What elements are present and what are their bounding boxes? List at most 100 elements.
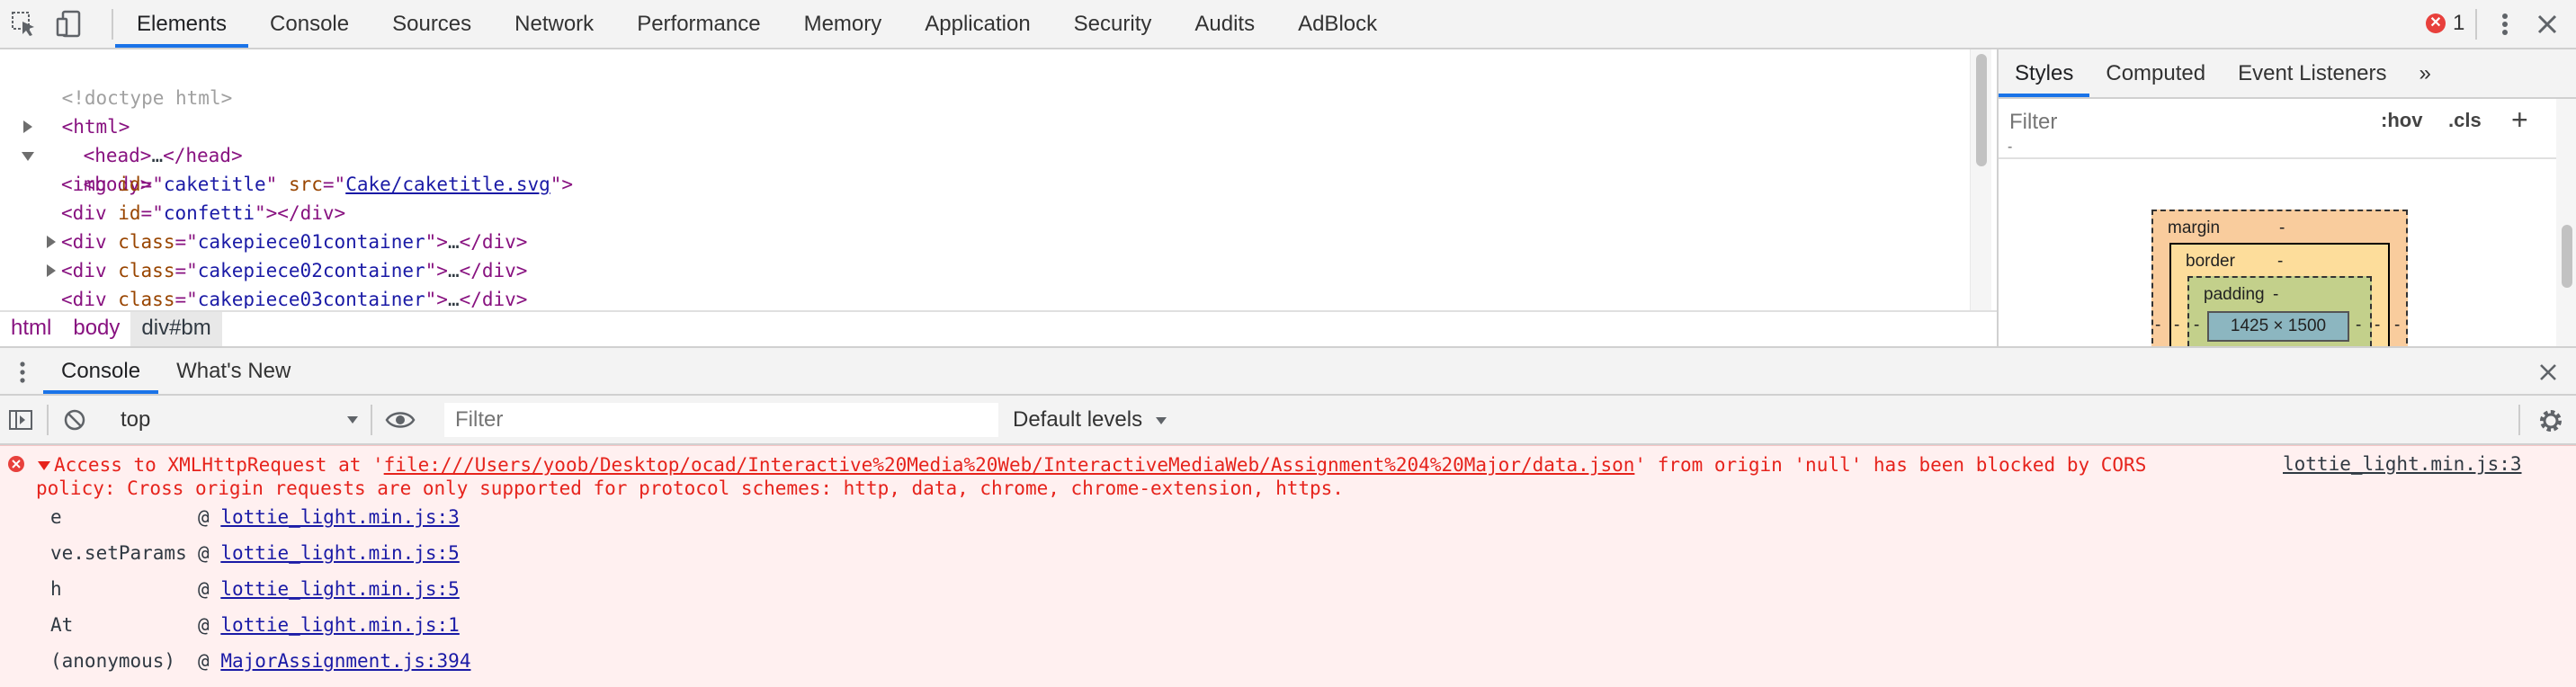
dropdown-arrow-icon	[347, 416, 358, 424]
stack-frame: h @ lottie_light.min.js:5	[50, 578, 460, 600]
drawer-tab-whats-new[interactable]: What's New	[158, 348, 309, 394]
dom-node-cakepiece02[interactable]: <div class="cakepiece02container">…</div…	[47, 256, 527, 285]
close-drawer-icon[interactable]	[2535, 359, 2562, 386]
margin-left-value[interactable]: -	[2155, 316, 2160, 335]
toolbar-separator	[47, 405, 49, 435]
tab-adblock[interactable]: AdBlock	[1276, 0, 1399, 48]
stack-frame: At @ lottie_light.min.js:1	[50, 614, 460, 636]
tab-computed[interactable]: Computed	[2089, 49, 2222, 97]
drawer-tabbar: Console What's New	[0, 346, 2576, 396]
clear-console-icon[interactable]	[61, 406, 88, 433]
dropdown-arrow-icon	[1155, 417, 1167, 424]
margin-top-value[interactable]: -	[2279, 219, 2285, 238]
styles-sidebar: Styles Computed Event Listeners » :hov .…	[1997, 49, 2576, 346]
device-toolbar-icon[interactable]	[54, 9, 85, 40]
toolbar-separator	[2518, 405, 2520, 435]
error-icon: ✕	[2426, 13, 2446, 33]
dom-node-cakepiece01[interactable]: <div class="cakepiece01container">…</div…	[47, 228, 527, 256]
toolbar-separator	[112, 9, 113, 40]
padding-label: padding	[2204, 285, 2265, 304]
new-style-rule-button[interactable]: +	[2511, 105, 2528, 134]
tab-security[interactable]: Security	[1052, 0, 1174, 48]
elements-scroll-thumb[interactable]	[1976, 54, 1987, 166]
tab-audits[interactable]: Audits	[1173, 0, 1276, 48]
inspect-element-icon[interactable]	[9, 9, 40, 40]
elements-tree: <!doctype html> <html> <head>…</head> <b…	[0, 49, 1979, 346]
dom-node-cakepiece03[interactable]: <div class="cakepiece03container">…</div…	[61, 285, 527, 308]
expand-arrow-icon[interactable]	[47, 264, 56, 277]
tab-memory[interactable]: Memory	[783, 0, 904, 48]
tab-console[interactable]: Console	[248, 0, 371, 48]
log-levels-dropdown[interactable]: Default levels	[1013, 403, 1168, 437]
stack-frame-link[interactable]: lottie_light.min.js:5	[220, 578, 460, 600]
tab-network[interactable]: Network	[493, 0, 615, 48]
show-sidebar-icon[interactable]	[7, 406, 34, 433]
stack-frame-link[interactable]: lottie_light.min.js:5	[220, 542, 460, 564]
error-url-link[interactable]: file:///Users/yoob/Desktop/ocad/Interact…	[384, 454, 1635, 476]
tab-application[interactable]: Application	[903, 0, 1051, 48]
dom-node-body[interactable]: <body>	[22, 141, 151, 195]
img-src-link[interactable]: Cake/caketitle.svg	[345, 174, 550, 195]
breadcrumb-div-bm[interactable]: div#bm	[130, 312, 222, 346]
border-top-value[interactable]: -	[2277, 252, 2283, 272]
dom-node-head[interactable]: <head>…</head>	[23, 112, 243, 166]
error-source-link[interactable]: lottie_light.min.js:3	[2283, 453, 2522, 475]
styles-dash: -	[2008, 139, 2013, 155]
more-options-icon[interactable]	[2491, 9, 2518, 40]
more-tabs-chevron-icon[interactable]: »	[2403, 49, 2447, 97]
console-messages: Access to XMLHttpRequest at 'file:///Use…	[0, 445, 2576, 687]
stack-frame-link[interactable]: lottie_light.min.js:3	[220, 506, 460, 528]
console-settings-gear-icon[interactable]	[2536, 406, 2565, 435]
collapse-arrow-icon[interactable]	[22, 152, 34, 161]
tab-event-listeners[interactable]: Event Listeners	[2222, 49, 2402, 97]
dom-node-html[interactable]: <html>	[16, 84, 130, 138]
tab-performance[interactable]: Performance	[615, 0, 782, 48]
context-value: top	[121, 407, 151, 432]
dom-node-img[interactable]: <img id="caketitle" src="Cake/caketitle.…	[61, 170, 573, 199]
tab-sources[interactable]: Sources	[371, 0, 493, 48]
hov-toggle[interactable]: :hov	[2381, 109, 2422, 132]
breadcrumb: html body div#bm	[0, 310, 1997, 346]
error-message-line2: policy: Cross origin requests are only s…	[36, 477, 1344, 499]
error-count-badge[interactable]: ✕ 1	[2426, 11, 2464, 36]
log-levels-label: Default levels	[1013, 407, 1143, 432]
context-selector[interactable]: top	[108, 403, 360, 437]
tab-styles[interactable]: Styles	[1999, 49, 2090, 97]
drawer-menu-icon[interactable]	[13, 359, 32, 386]
breadcrumb-html[interactable]: html	[0, 312, 62, 346]
border-left-value[interactable]: -	[2174, 316, 2179, 335]
tab-elements[interactable]: Elements	[115, 0, 249, 48]
close-devtools-icon[interactable]	[2532, 9, 2563, 40]
breadcrumb-body[interactable]: body	[62, 312, 130, 346]
sidebar-tabs: Styles Computed Event Listeners »	[1999, 49, 2576, 99]
styles-filter-input[interactable]	[2006, 106, 2371, 138]
border-right-value[interactable]: -	[2375, 316, 2380, 335]
margin-right-value[interactable]: -	[2394, 316, 2400, 335]
expand-arrow-icon[interactable]	[47, 236, 56, 248]
dom-node-div-confetti[interactable]: <div id="confetti"></div>	[61, 199, 345, 228]
drawer-tabs: Console What's New	[43, 348, 309, 394]
error-count: 1	[2453, 11, 2465, 35]
styles-scrollbar[interactable]	[2556, 99, 2576, 346]
box-model-content[interactable]: 1425 × 1500	[2207, 311, 2349, 342]
cls-toggle[interactable]: .cls	[2448, 109, 2482, 132]
console-filter-input[interactable]	[444, 403, 998, 437]
console-toolbar: top Default levels	[0, 396, 2576, 445]
live-expression-eye-icon[interactable]	[385, 408, 416, 432]
toolbar-separator	[2475, 9, 2477, 40]
margin-label: margin	[2168, 219, 2221, 237]
stack-frame-link[interactable]: lottie_light.min.js:1	[220, 614, 460, 636]
styles-scroll-thumb[interactable]	[2562, 225, 2572, 288]
padding-left-value[interactable]: -	[2194, 316, 2199, 335]
drawer-tab-console[interactable]: Console	[43, 348, 159, 394]
padding-top-value[interactable]: -	[2273, 285, 2278, 305]
expand-arrow-icon[interactable]	[23, 120, 32, 133]
padding-right-value[interactable]: -	[2356, 316, 2361, 335]
dom-node-doctype[interactable]: <!doctype html>	[16, 55, 233, 109]
divider	[1999, 157, 2556, 159]
collapse-arrow-icon[interactable]	[38, 461, 50, 470]
toolbar-separator	[371, 405, 372, 435]
panel-tabs: Elements Console Sources Network Perform…	[115, 0, 1399, 49]
error-icon	[8, 456, 24, 472]
stack-frame-link[interactable]: MajorAssignment.js:394	[220, 650, 470, 672]
